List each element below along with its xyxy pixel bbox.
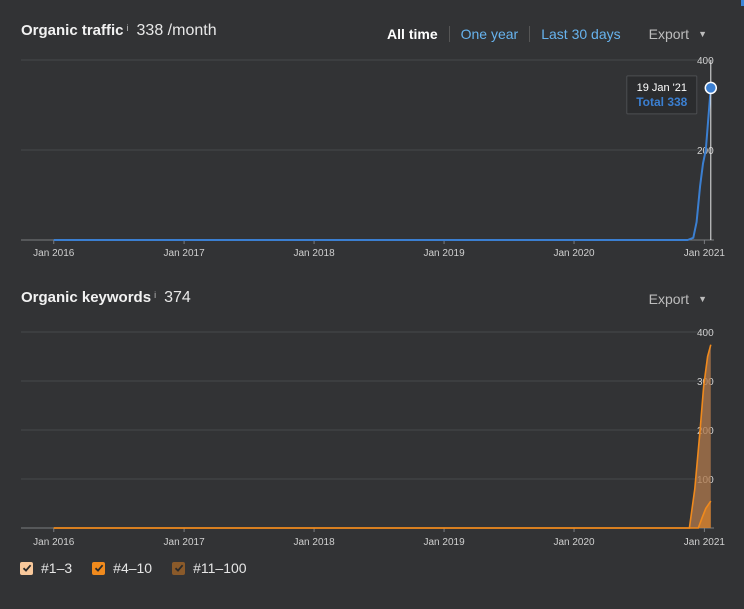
- x-tick-label: Jan 2016: [33, 537, 75, 548]
- x-tick-label: Jan 2019: [423, 248, 465, 259]
- legend-item-4-10[interactable]: #4–10: [92, 560, 152, 576]
- organic-traffic-panel: Organic traffic i 338 /month All time On…: [0, 0, 744, 270]
- keywords-chart[interactable]: 100200300400Jan 2016Jan 2017Jan 2018Jan …: [0, 270, 744, 555]
- checkbox-icon: [20, 561, 33, 575]
- keywords-legend: #1–3 #4–10 #11–100: [20, 560, 267, 576]
- x-tick-label: Jan 2018: [294, 537, 336, 548]
- keywords-area-11-100: [53, 344, 711, 528]
- legend-label-4-10: #4–10: [113, 560, 153, 576]
- keywords-area-4-10: [53, 501, 711, 528]
- x-tick-label: Jan 2020: [553, 248, 595, 259]
- legend-item-11-100[interactable]: #11–100: [172, 560, 247, 576]
- x-tick-label: Jan 2017: [164, 537, 206, 548]
- x-tick-label: Jan 2021: [684, 248, 726, 259]
- x-tick-label: Jan 2017: [164, 248, 206, 259]
- legend-label-11-100: #11–100: [193, 560, 247, 576]
- checkbox-icon: [172, 561, 186, 575]
- chart-tooltip: 19 Jan '21Total 338: [626, 75, 698, 115]
- keywords-line-4-10: [53, 500, 712, 529]
- organic-keywords-panel: Organic keywords i 374 Export ▼ 10020030…: [0, 270, 744, 609]
- legend-item-1-3[interactable]: #1–3: [20, 560, 72, 576]
- x-tick-label: Jan 2020: [553, 537, 595, 548]
- x-tick-label: Jan 2019: [423, 537, 465, 548]
- y-tick-label: 400: [697, 56, 714, 67]
- x-tick-label: Jan 2021: [684, 537, 726, 548]
- legend-label-1-3: #1–3: [41, 560, 73, 576]
- x-tick-label: Jan 2016: [33, 248, 75, 259]
- keywords-line-11-100: [53, 344, 712, 529]
- tooltip-total: Total 338: [636, 95, 687, 109]
- x-tick-label: Jan 2018: [294, 248, 336, 259]
- tooltip-date: 19 Jan '21: [637, 82, 687, 94]
- checkbox-icon: [92, 561, 106, 575]
- traffic-chart[interactable]: 200400Jan 2016 Jan 2017 Jan 2018 Jan 2019 Ja…: [0, 0, 744, 270]
- y-tick-label: 400: [697, 328, 714, 339]
- hover-point: [704, 81, 718, 95]
- traffic-series-line: [53, 87, 712, 241]
